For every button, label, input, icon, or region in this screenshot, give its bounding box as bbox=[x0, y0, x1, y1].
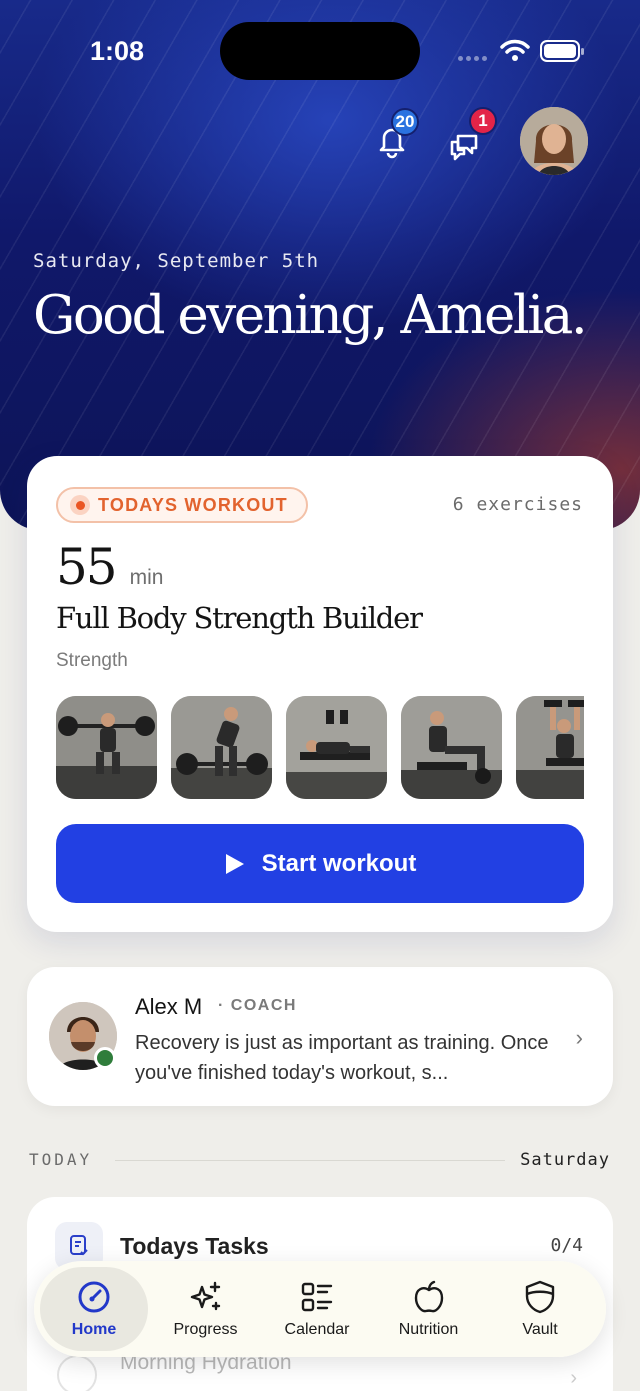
sparkles-icon bbox=[190, 1281, 220, 1311]
tab-progress-label: Progress bbox=[173, 1321, 238, 1338]
tab-calendar-label: Calendar bbox=[284, 1321, 350, 1338]
todays-workout-card[interactable]: TODAYS WORKOUT 6 exercises 55 min Full B… bbox=[27, 456, 613, 932]
live-dot-icon bbox=[70, 495, 90, 515]
profile-avatar[interactable] bbox=[520, 107, 588, 175]
shield-icon bbox=[525, 1280, 555, 1314]
exercise-thumbnail[interactable] bbox=[56, 696, 157, 799]
workout-duration: 55 min bbox=[56, 538, 163, 596]
duration-unit: min bbox=[129, 566, 164, 589]
task-checkbox[interactable] bbox=[57, 1355, 97, 1391]
exercise-thumbnail[interactable] bbox=[516, 696, 584, 799]
bottom-tab-bar: Home Progress Calendar Nutrition Vault bbox=[34, 1261, 606, 1357]
coach-name: Alex M bbox=[135, 994, 203, 1019]
tab-vault-label: Vault bbox=[522, 1321, 558, 1338]
greeting-title: Good evening, Amelia. bbox=[33, 285, 588, 346]
play-icon bbox=[225, 853, 244, 874]
coach-role: · COACH bbox=[218, 997, 297, 1014]
coach-message-card[interactable]: Alex M · COACH Recovery is just as impor… bbox=[27, 967, 613, 1106]
workout-category: Strength bbox=[56, 650, 128, 671]
status-time: 1:08 bbox=[90, 36, 145, 66]
start-workout-button[interactable]: Start workout bbox=[56, 824, 584, 903]
start-workout-label: Start workout bbox=[261, 849, 417, 877]
workout-title: Full Body Strength Builder bbox=[56, 601, 423, 635]
tab-home[interactable]: Home bbox=[40, 1267, 148, 1351]
notifications-badge: 20 bbox=[391, 108, 419, 136]
gauge-icon bbox=[78, 1281, 110, 1313]
apple-icon bbox=[414, 1280, 443, 1313]
date-label: Saturday, September 5th bbox=[33, 250, 320, 272]
exercise-count: 6 exercises bbox=[452, 494, 583, 515]
tasks-progress-count: 0/4 bbox=[550, 1235, 583, 1256]
tab-home-label: Home bbox=[71, 1321, 117, 1338]
battery-icon bbox=[540, 40, 584, 62]
chevron-right-icon: › bbox=[575, 1025, 583, 1050]
online-status-indicator bbox=[94, 1047, 116, 1069]
wifi-icon bbox=[500, 39, 530, 61]
section-divider bbox=[115, 1160, 505, 1161]
chevron-right-icon: › bbox=[570, 1367, 577, 1389]
list-grid-icon bbox=[301, 1282, 333, 1312]
tab-calendar[interactable]: Calendar bbox=[263, 1267, 371, 1351]
tab-progress[interactable]: Progress bbox=[152, 1267, 260, 1351]
exercise-thumbnails[interactable] bbox=[56, 696, 584, 799]
coach-message-preview: Recovery is just as important as trainin… bbox=[135, 1032, 549, 1084]
exercise-thumbnail[interactable] bbox=[401, 696, 502, 799]
today-section-label: TODAY bbox=[29, 1150, 93, 1169]
exercise-thumbnail[interactable] bbox=[286, 696, 387, 799]
today-day-label: Saturday bbox=[520, 1150, 610, 1170]
dynamic-island bbox=[220, 22, 420, 80]
todays-workout-tag: TODAYS WORKOUT bbox=[56, 487, 308, 523]
tasks-title: Todays Tasks bbox=[120, 1233, 269, 1259]
exercise-thumbnail[interactable] bbox=[171, 696, 272, 799]
tab-vault[interactable]: Vault bbox=[486, 1267, 594, 1351]
tab-nutrition-label: Nutrition bbox=[398, 1321, 459, 1338]
messages-badge: 1 bbox=[469, 107, 497, 135]
tab-nutrition[interactable]: Nutrition bbox=[375, 1267, 483, 1351]
cellular-signal-icon bbox=[458, 56, 487, 61]
todays-workout-tag-label: TODAYS WORKOUT bbox=[98, 494, 288, 515]
duration-value: 55 bbox=[56, 538, 118, 596]
